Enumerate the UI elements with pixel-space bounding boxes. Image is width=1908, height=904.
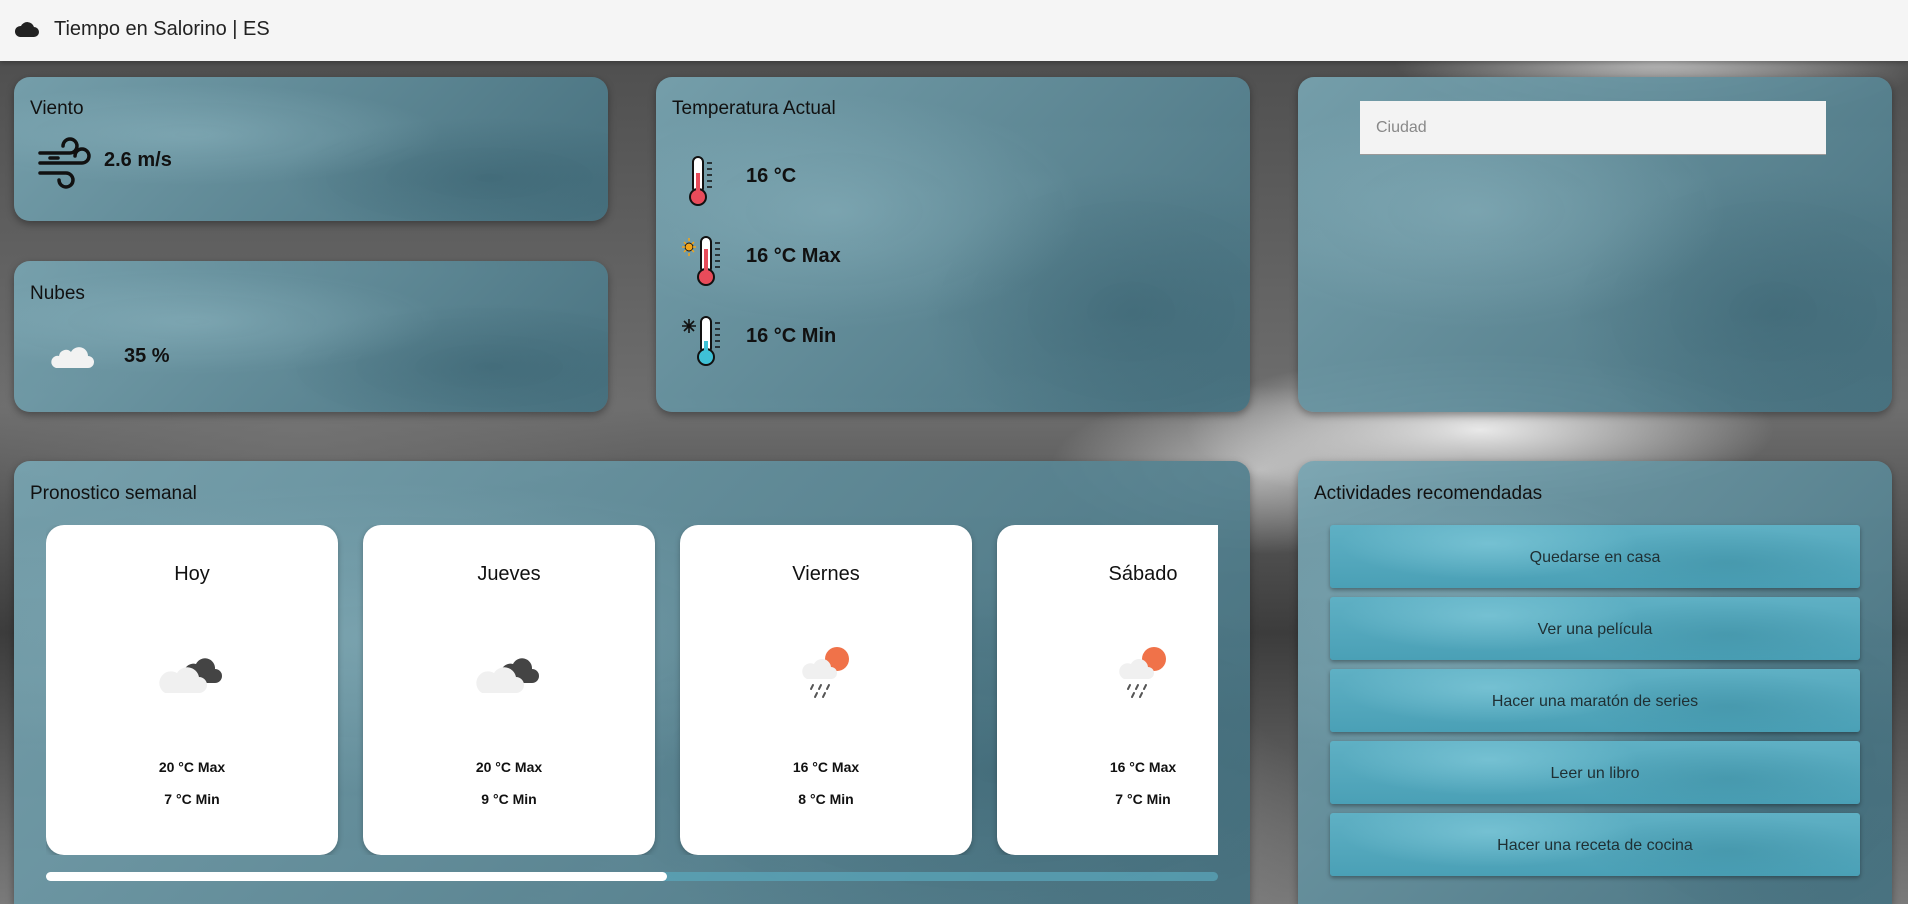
city-search-input[interactable] [1360, 101, 1826, 155]
day-name: Sábado [1108, 563, 1178, 585]
wind-card: Viento 2.6 m/s [14, 77, 608, 221]
forecast-scrollbar[interactable] [46, 872, 1218, 881]
activity-button[interactable]: Quedarse en casa [1330, 525, 1860, 588]
activity-button[interactable]: Leer un libro [1330, 741, 1860, 804]
day-max: 16 °C Max [1109, 759, 1177, 775]
temperature-card: Temperatura Actual 16 °C 16 °C Max 16 °C… [656, 77, 1250, 412]
app-bar: Tiempo en Salorino | ES [0, 0, 1908, 61]
temperature-max: 16 °C Max [746, 245, 841, 267]
day-card: Sábado 16 °C Max 7 °C Min [997, 525, 1218, 855]
app-title: Tiempo en Salorino | ES [54, 18, 270, 40]
day-name: Hoy [174, 563, 210, 585]
thermometer-hot-icon [682, 236, 720, 286]
day-max: 20 °C Max [475, 759, 543, 775]
day-min: 9 °C Min [481, 791, 537, 807]
day-max: 20 °C Max [158, 759, 226, 775]
clouds-card: Nubes 35 % [14, 261, 608, 412]
temperature-min: 16 °C Min [746, 325, 837, 347]
activity-button[interactable]: Hacer una maratón de series [1330, 669, 1860, 732]
day-name: Viernes [792, 563, 860, 585]
temperature-current: 16 °C [746, 165, 797, 187]
temperature-title: Temperatura Actual [672, 98, 836, 119]
day-card: Viernes 16 °C Max 8 °C Min [680, 525, 972, 855]
wind-value: 2.6 m/s [104, 149, 172, 171]
activities-title: Actividades recomendadas [1314, 483, 1543, 504]
forecast-card: Pronostico semanal Hoy 20 °C Max 7 °C Mi… [14, 461, 1250, 904]
day-min: 8 °C Min [798, 791, 854, 807]
sun-rain-icon [1119, 647, 1166, 698]
day-card: Jueves 20 °C Max 9 °C Min [363, 525, 655, 855]
cloudy-icon [159, 658, 222, 693]
wind-title: Viento [30, 98, 84, 119]
activity-button[interactable]: Ver una película [1330, 597, 1860, 660]
day-min: 7 °C Min [164, 791, 220, 807]
thermometer-cold-icon [682, 316, 720, 366]
cloud-icon [14, 22, 39, 37]
cloud-icon [51, 347, 94, 368]
wind-icon [38, 137, 91, 189]
clouds-value: 35 % [124, 345, 170, 367]
clouds-title: Nubes [30, 283, 85, 304]
activities-card: Actividades recomendadas Quedarse en cas… [1298, 461, 1892, 904]
day-card: Hoy 20 °C Max 7 °C Min [46, 525, 338, 855]
day-max: 16 °C Max [792, 759, 860, 775]
day-min: 7 °C Min [1115, 791, 1171, 807]
activity-button[interactable]: Hacer una receta de cocina [1330, 813, 1860, 876]
search-card [1298, 77, 1892, 412]
forecast-scrollbar-thumb[interactable] [46, 872, 668, 881]
thermometer-icon [689, 156, 712, 206]
cloudy-icon [476, 658, 539, 693]
forecast-title: Pronostico semanal [30, 483, 197, 504]
forecast-carousel[interactable]: Hoy 20 °C Max 7 °C Min Jueves 20 °C Max … [46, 525, 1218, 855]
sun-rain-icon [802, 647, 849, 698]
day-name: Jueves [477, 563, 541, 585]
